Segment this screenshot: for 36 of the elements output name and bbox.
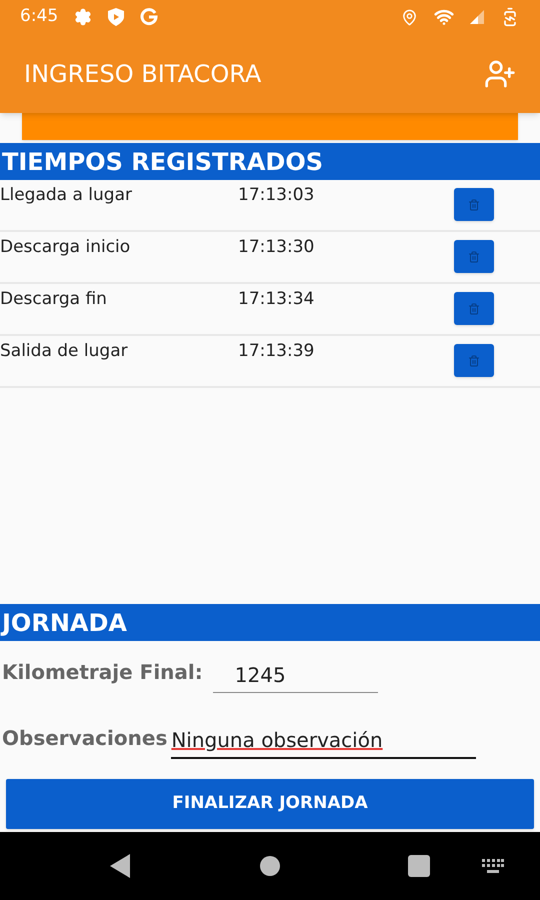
delete-button[interactable] — [454, 240, 494, 273]
event-time: 17:13:03 — [238, 184, 316, 207]
status-time: 6:45 — [20, 5, 58, 28]
delete-button[interactable] — [454, 344, 494, 377]
mileage-label: Kilometraje Final: — [2, 659, 203, 686]
finish-button[interactable]: FINALIZAR JORNADA — [6, 779, 534, 829]
back-icon[interactable] — [110, 854, 130, 878]
wifi-icon — [434, 7, 454, 27]
event-time: 17:13:34 — [238, 288, 316, 311]
mileage-field[interactable]: 1245 — [212, 660, 378, 693]
add-person-icon[interactable] — [484, 58, 516, 90]
event-time: 17:13:30 — [238, 236, 316, 259]
notes-label: Observaciones — [2, 725, 168, 752]
trash-icon — [468, 198, 480, 210]
home-icon[interactable] — [260, 856, 280, 876]
settings-icon — [74, 8, 92, 26]
delete-button[interactable] — [454, 292, 494, 325]
event-name: Descarga inicio — [0, 236, 132, 259]
trash-icon — [468, 250, 480, 262]
trash-icon — [468, 302, 480, 314]
location-icon — [401, 8, 418, 26]
event-name: Salida de lugar — [0, 340, 129, 363]
trash-icon — [468, 354, 480, 366]
app-title: INGRESO BITACORA — [24, 58, 262, 90]
notes-field[interactable]: Ninguna observación — [171, 725, 476, 759]
section-header: JORNADA — [0, 604, 540, 641]
signal-icon — [470, 10, 484, 24]
event-name: Llegada a lugar — [0, 184, 133, 207]
delete-button[interactable] — [454, 188, 494, 221]
recents-icon[interactable] — [408, 855, 430, 877]
keyboard-icon[interactable] — [482, 859, 504, 873]
event-time: 17:13:39 — [238, 340, 316, 363]
event-name: Descarga fin — [0, 288, 108, 311]
shield-icon — [108, 8, 124, 26]
section-header: TIEMPOS REGISTRADOS — [0, 143, 540, 180]
g-logo-icon — [140, 8, 158, 26]
